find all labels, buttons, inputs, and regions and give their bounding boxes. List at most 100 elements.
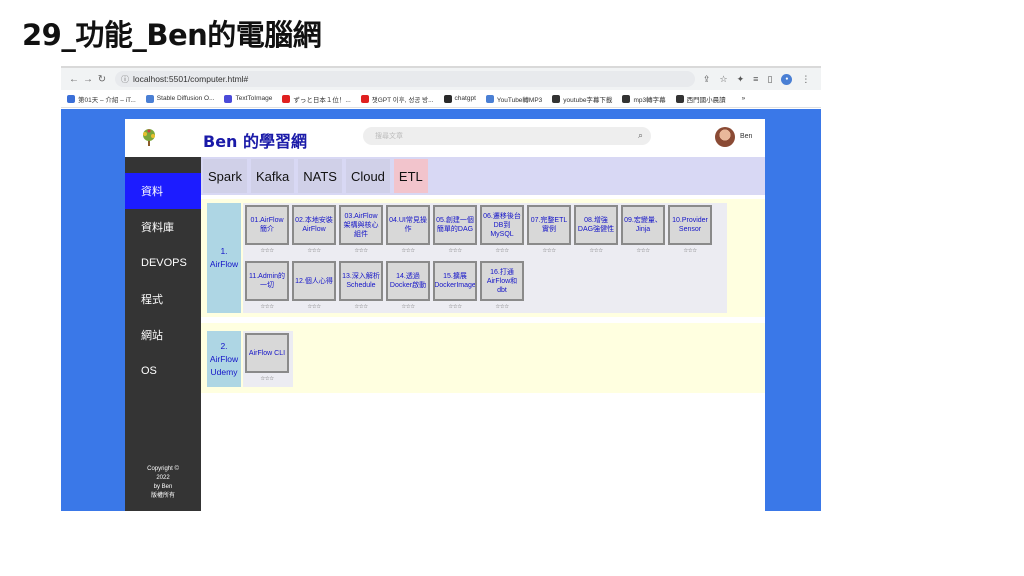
rating-stars: ☆☆☆	[448, 304, 462, 310]
rating-stars: ☆☆☆	[401, 248, 415, 254]
article-card[interactable]: 05.創建一個簡單的DAG	[433, 205, 477, 245]
article-card[interactable]: 16.打通AirFlow和dbt	[480, 261, 524, 301]
article-card[interactable]: 12.個人心得	[292, 261, 336, 301]
bookmark-item[interactable]: 챗GPT 이후, 성공 방...	[360, 94, 434, 104]
bookmark-favicon-icon	[443, 94, 452, 103]
article-card[interactable]: 09.宏變量、Jinja	[621, 205, 665, 245]
rating-stars: ☆☆☆	[307, 304, 321, 310]
article-card[interactable]: 15.擴展DockerImage	[433, 261, 477, 301]
section-label[interactable]: 2. AirFlow Udemy	[207, 331, 241, 387]
user-name[interactable]: Ben	[740, 133, 752, 140]
browser-window: ← → ↻ ⓘ localhost:5501/computer.html# ⇪ …	[61, 66, 821, 511]
bookmark-item[interactable]: mp3轉字幕	[622, 94, 666, 104]
bookmark-favicon-icon	[675, 94, 684, 103]
search-input[interactable]: 搜尋文章 ⌕	[363, 127, 651, 145]
share-icon[interactable]: ⇪	[703, 74, 711, 85]
site-title[interactable]: Ben 的學習網	[203, 128, 307, 152]
bookmark-item[interactable]: 第01天 – 介紹 – iT...	[67, 94, 136, 104]
article-card[interactable]: 04.UI常見操作	[386, 205, 430, 245]
sidebar-item-devops[interactable]: DEVOPS	[125, 245, 201, 281]
article-card[interactable]: 02.本地安裝AirFlow	[292, 205, 336, 245]
sidepanel-icon[interactable]: ▯	[767, 74, 772, 85]
section-label[interactable]: 1. AirFlow	[207, 203, 241, 313]
bookmark-label: chatgpt	[454, 95, 476, 102]
address-bar[interactable]: ⓘ localhost:5501/computer.html#	[115, 71, 695, 87]
article-card[interactable]: 14.透過Docker啟動	[386, 261, 430, 301]
bookmark-favicon-icon	[552, 94, 561, 103]
copyright-rights: 版權所有	[150, 493, 175, 499]
bookmark-favicon-icon	[360, 94, 369, 103]
rating-stars: ☆☆☆	[495, 304, 509, 310]
tree-logo-icon[interactable]	[139, 127, 159, 147]
article-card[interactable]: 07.完整ETL實例	[527, 205, 571, 245]
bookmark-item[interactable]: ずっと日本１位！...	[282, 94, 351, 104]
rating-stars: ☆☆☆	[495, 248, 509, 254]
sidebar-item-os[interactable]: OS	[125, 353, 201, 389]
rating-stars: ☆☆☆	[354, 248, 368, 254]
article-card[interactable]: 10.Provider Sensor	[668, 205, 712, 245]
copyright-year: 2022	[156, 475, 170, 481]
article-card[interactable]: 11.Admin的一切	[245, 261, 289, 301]
article-card[interactable]: AirFlow CLI	[245, 333, 289, 373]
bookmark-item[interactable]: 西門國小晨讀	[675, 94, 726, 104]
bookmark-item[interactable]: TextToImage	[224, 94, 272, 103]
article-card[interactable]: 13.深入解析Schedule	[339, 261, 383, 301]
bookmark-favicon-icon	[282, 94, 291, 103]
sidebar-item-program[interactable]: 程式	[125, 281, 201, 317]
bookmark-item[interactable]: chatgpt	[443, 94, 476, 103]
copyright: Copyright © 2022 by Ben 版權所有	[125, 465, 201, 501]
profile-icon[interactable]: ●	[781, 73, 793, 85]
back-icon[interactable]: ←	[67, 74, 81, 85]
rating-stars: ☆☆☆	[260, 304, 274, 310]
bookmarks-bar: 第01天 – 介紹 – iT... Stable Diffusion O... Te…	[61, 90, 821, 108]
reload-icon[interactable]: ↻	[95, 74, 109, 85]
browser-toolbar: ← → ↻ ⓘ localhost:5501/computer.html# ⇪ …	[61, 68, 821, 90]
search-icon[interactable]: ⌕	[638, 130, 643, 141]
bookmark-label: 西門國小晨讀	[686, 96, 726, 104]
bookmark-favicon-icon	[622, 94, 631, 103]
avatar[interactable]	[715, 127, 735, 147]
tab-etl[interactable]: ETL	[393, 159, 428, 193]
search-placeholder: 搜尋文章	[375, 133, 403, 140]
reading-list-icon[interactable]: ≡	[753, 74, 758, 84]
bookmark-label: mp3轉字幕	[633, 96, 666, 104]
rating-stars: ☆☆☆	[683, 248, 697, 254]
bookmark-label: youtube字幕下載	[563, 96, 613, 104]
article-card[interactable]: 06.遷移後台DB到MySQL	[480, 205, 524, 245]
sidebar-item-database[interactable]: 資料庫	[125, 209, 201, 245]
category-tabs: Spark Kafka NATS Cloud ETL	[201, 157, 765, 195]
bookmark-item[interactable]: YouTube轉MP3	[485, 94, 543, 104]
sidebar-item-website[interactable]: 網站	[125, 317, 201, 353]
article-card[interactable]: 03.AirFlow架構與核心組件	[339, 205, 383, 245]
bookmark-favicon-icon	[224, 94, 233, 103]
page-background: Ben 的學習網 搜尋文章 ⌕ Ben 資料 資料庫 DEVOPS 程式 網站 …	[61, 109, 821, 511]
bookmark-favicon-icon	[145, 94, 154, 103]
bookmark-item[interactable]: Stable Diffusion O...	[145, 94, 214, 103]
rating-stars: ☆☆☆	[260, 376, 274, 382]
star-icon[interactable]: ☆	[720, 74, 728, 85]
rating-stars: ☆☆☆	[542, 248, 556, 254]
tab-kafka[interactable]: Kafka	[250, 159, 295, 193]
site-container: Ben 的學習網 搜尋文章 ⌕ Ben 資料 資料庫 DEVOPS 程式 網站 …	[125, 119, 765, 511]
bookmark-label: 챗GPT 이후, 성공 방...	[371, 96, 434, 104]
rating-stars: ☆☆☆	[401, 304, 415, 310]
main-content: Spark Kafka NATS Cloud ETL 1. AirFlow 01…	[201, 157, 765, 511]
slide-title: 29_功能_Ben的電腦網	[22, 18, 322, 52]
bookmarks-more-icon[interactable]: »	[742, 95, 746, 102]
rating-stars: ☆☆☆	[589, 248, 603, 254]
menu-icon[interactable]: ⋮	[801, 74, 810, 85]
extensions-icon[interactable]: ✦	[737, 74, 745, 85]
bookmark-item[interactable]: youtube字幕下載	[552, 94, 612, 104]
bookmark-label: YouTube轉MP3	[496, 96, 543, 104]
tab-nats[interactable]: NATS	[298, 159, 342, 193]
site-header: Ben 的學習網 搜尋文章 ⌕ Ben	[125, 119, 765, 155]
forward-icon[interactable]: →	[81, 74, 95, 85]
sidebar-item-data[interactable]: 資料	[125, 173, 201, 209]
tab-cloud[interactable]: Cloud	[345, 159, 390, 193]
info-icon[interactable]: ⓘ	[121, 74, 129, 85]
tab-spark[interactable]: Spark	[203, 159, 247, 193]
section-airflow-udemy: 2. AirFlow Udemy AirFlow CLI ☆☆☆	[201, 323, 765, 393]
article-card[interactable]: 01.AirFlow簡介	[245, 205, 289, 245]
copyright-line: Copyright ©	[147, 466, 179, 472]
article-card[interactable]: 08.增強DAG強健性	[574, 205, 618, 245]
